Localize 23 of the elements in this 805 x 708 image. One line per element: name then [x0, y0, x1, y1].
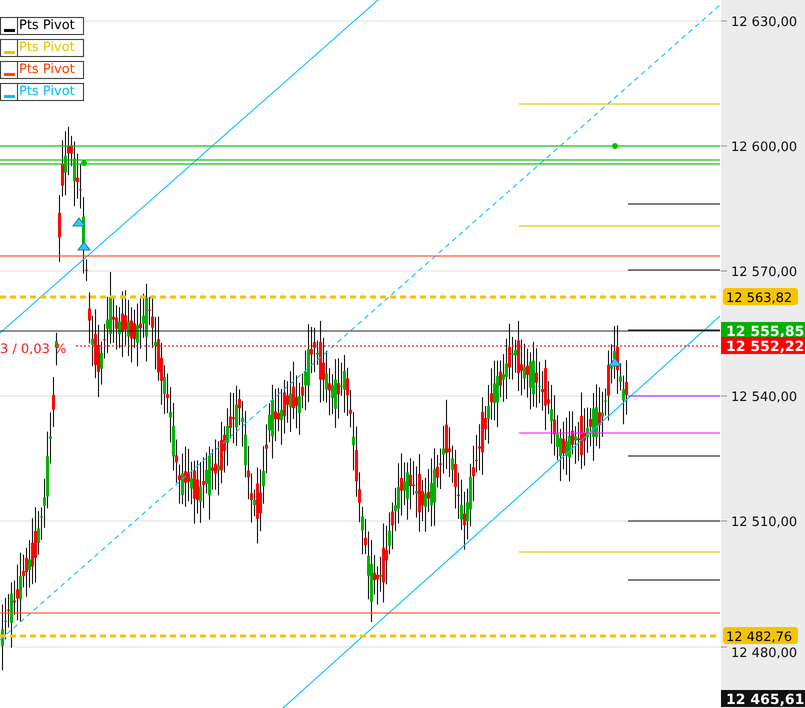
- tick-mark: [720, 646, 728, 648]
- axis-label: 12 630,00: [731, 15, 798, 30]
- axis-label: 12 510,00: [731, 515, 798, 530]
- axis-label: 12 570,00: [731, 265, 798, 280]
- price-tag: 12 563,82: [723, 288, 798, 306]
- price-tag: 12 482,76: [723, 627, 798, 645]
- price-tag: 12 552,22: [721, 337, 805, 355]
- legend-label: Pts Pivot: [18, 18, 75, 34]
- arrow-icon: [77, 241, 91, 250]
- legend-label: Pts Pivot: [18, 40, 75, 56]
- axis-label: 12 600,00: [731, 140, 798, 155]
- price-tag: 12 465,61: [721, 690, 805, 708]
- arrow-icon: [72, 217, 86, 226]
- legend-label: Pts Pivot: [18, 84, 75, 100]
- tick-mark: [720, 20, 728, 22]
- marker-dot: [612, 143, 618, 149]
- arrow-icon: [608, 357, 622, 366]
- axis-label: 12 480,00: [731, 646, 798, 661]
- axis-label: 12 540,00: [731, 390, 798, 405]
- tick-mark: [720, 270, 728, 272]
- marker-dot: [81, 160, 87, 166]
- tick-mark: [720, 520, 728, 522]
- legend-label: Pts Pivot: [18, 62, 75, 78]
